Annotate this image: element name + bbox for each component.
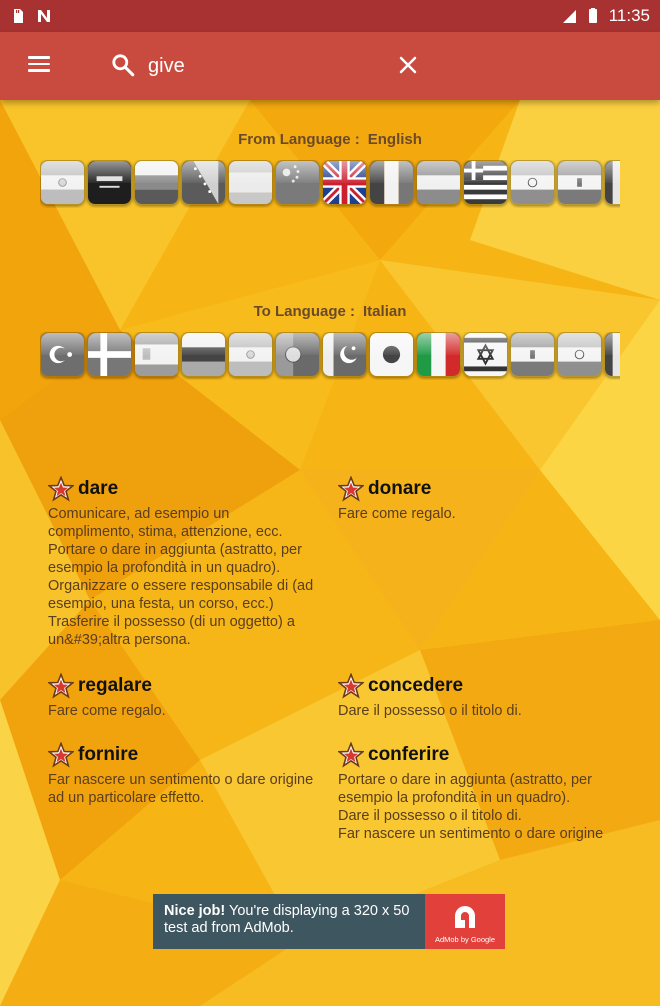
to-language-label: To Language : Italian (253, 303, 407, 320)
flag-denmark[interactable] (87, 332, 132, 377)
result-item[interactable]: fornire Far nascere un sentimento o dare… (48, 742, 330, 807)
flag-argentina-2[interactable] (228, 332, 273, 377)
flag-china[interactable] (275, 160, 320, 205)
status-bar: 11:35 (0, 0, 660, 32)
flag-india-2[interactable] (557, 332, 602, 377)
lte-signal-icon (562, 10, 576, 23)
ad-headline: Nice job! (164, 903, 226, 919)
flag-iran[interactable] (557, 160, 602, 205)
favorite-star-icon[interactable] (48, 742, 74, 768)
result-definition: Comunicare, ad esempio un complimento, s… (48, 506, 314, 648)
result-definition: Fare come regalo. (338, 506, 456, 522)
flag-bosnia[interactable] (181, 160, 226, 205)
sd-card-icon (14, 9, 23, 23)
result-item[interactable]: conferire Portare o dare in aggiunta (as… (338, 742, 620, 843)
from-language-value: English (367, 131, 422, 148)
ad-text: Nice job! You're displaying a 320 x 50 t… (153, 894, 425, 949)
flag-spain-grey[interactable] (228, 160, 273, 205)
flag-partial[interactable] (604, 160, 620, 205)
admob-logo: AdMob by Google (425, 894, 505, 949)
ad-banner[interactable]: Nice job! You're displaying a 320 x 50 t… (153, 894, 505, 949)
status-time: 11:35 (608, 6, 650, 25)
flag-partial-2[interactable] (604, 332, 620, 377)
result-word: regalare (78, 675, 152, 696)
flag-austria[interactable] (416, 160, 461, 205)
search-icon (112, 54, 135, 77)
favorite-star-icon[interactable] (338, 673, 364, 699)
flag-pakistan[interactable] (322, 332, 367, 377)
result-word: fornire (78, 744, 139, 765)
flag-portugal[interactable] (275, 332, 320, 377)
result-word: concedere (368, 675, 464, 696)
flag-spain[interactable] (134, 332, 179, 377)
flag-bulgaria[interactable] (134, 160, 179, 205)
flag-argentina[interactable] (40, 160, 85, 205)
clear-search-icon[interactable] (396, 53, 420, 77)
result-item[interactable]: donare Fare come regalo. (338, 476, 620, 523)
flag-france[interactable] (369, 160, 414, 205)
flag-greece[interactable] (463, 160, 508, 205)
notification-n-icon (38, 10, 50, 22)
favorite-star-icon[interactable] (48, 476, 74, 502)
menu-button[interactable] (22, 52, 56, 80)
flag-india[interactable] (510, 160, 555, 205)
result-definition: Fare come regalo. (48, 703, 166, 719)
result-definition: Dare il possesso o il titolo di. (338, 703, 522, 719)
to-language-flags (40, 332, 620, 380)
flag-iran-2[interactable] (510, 332, 555, 377)
from-language-flags (40, 160, 620, 208)
result-definition: Far nascere un sentimento o dare origine… (48, 772, 314, 806)
search-input[interactable] (148, 50, 378, 82)
from-language-label: From Language : English (238, 131, 422, 148)
flag-germany[interactable] (181, 332, 226, 377)
result-word: dare (78, 478, 119, 499)
to-language-value: Italian (363, 303, 407, 320)
result-item[interactable]: regalare Fare come regalo. (48, 673, 330, 720)
favorite-star-icon[interactable] (338, 476, 364, 502)
admob-icon (455, 905, 475, 928)
battery-icon (588, 8, 597, 23)
flag-israel[interactable] (463, 332, 508, 377)
app-toolbar (0, 32, 660, 100)
flag-italy[interactable] (416, 332, 461, 377)
result-definition: Portare o dare in aggiunta (astratto, pe… (338, 772, 604, 842)
flag-japan[interactable] (369, 332, 414, 377)
result-item[interactable]: dare Comunicare, ad esempio un complimen… (48, 476, 330, 649)
flag-united-kingdom[interactable] (322, 160, 367, 205)
flag-saudi-arabia[interactable] (87, 160, 132, 205)
ad-brand: AdMob by Google (434, 934, 496, 944)
favorite-star-icon[interactable] (338, 742, 364, 768)
result-word: donare (368, 478, 432, 499)
result-word: conferire (368, 744, 450, 765)
result-item[interactable]: concedere Dare il possesso o il titolo d… (338, 673, 620, 720)
favorite-star-icon[interactable] (48, 673, 74, 699)
flag-turkey[interactable] (40, 332, 85, 377)
